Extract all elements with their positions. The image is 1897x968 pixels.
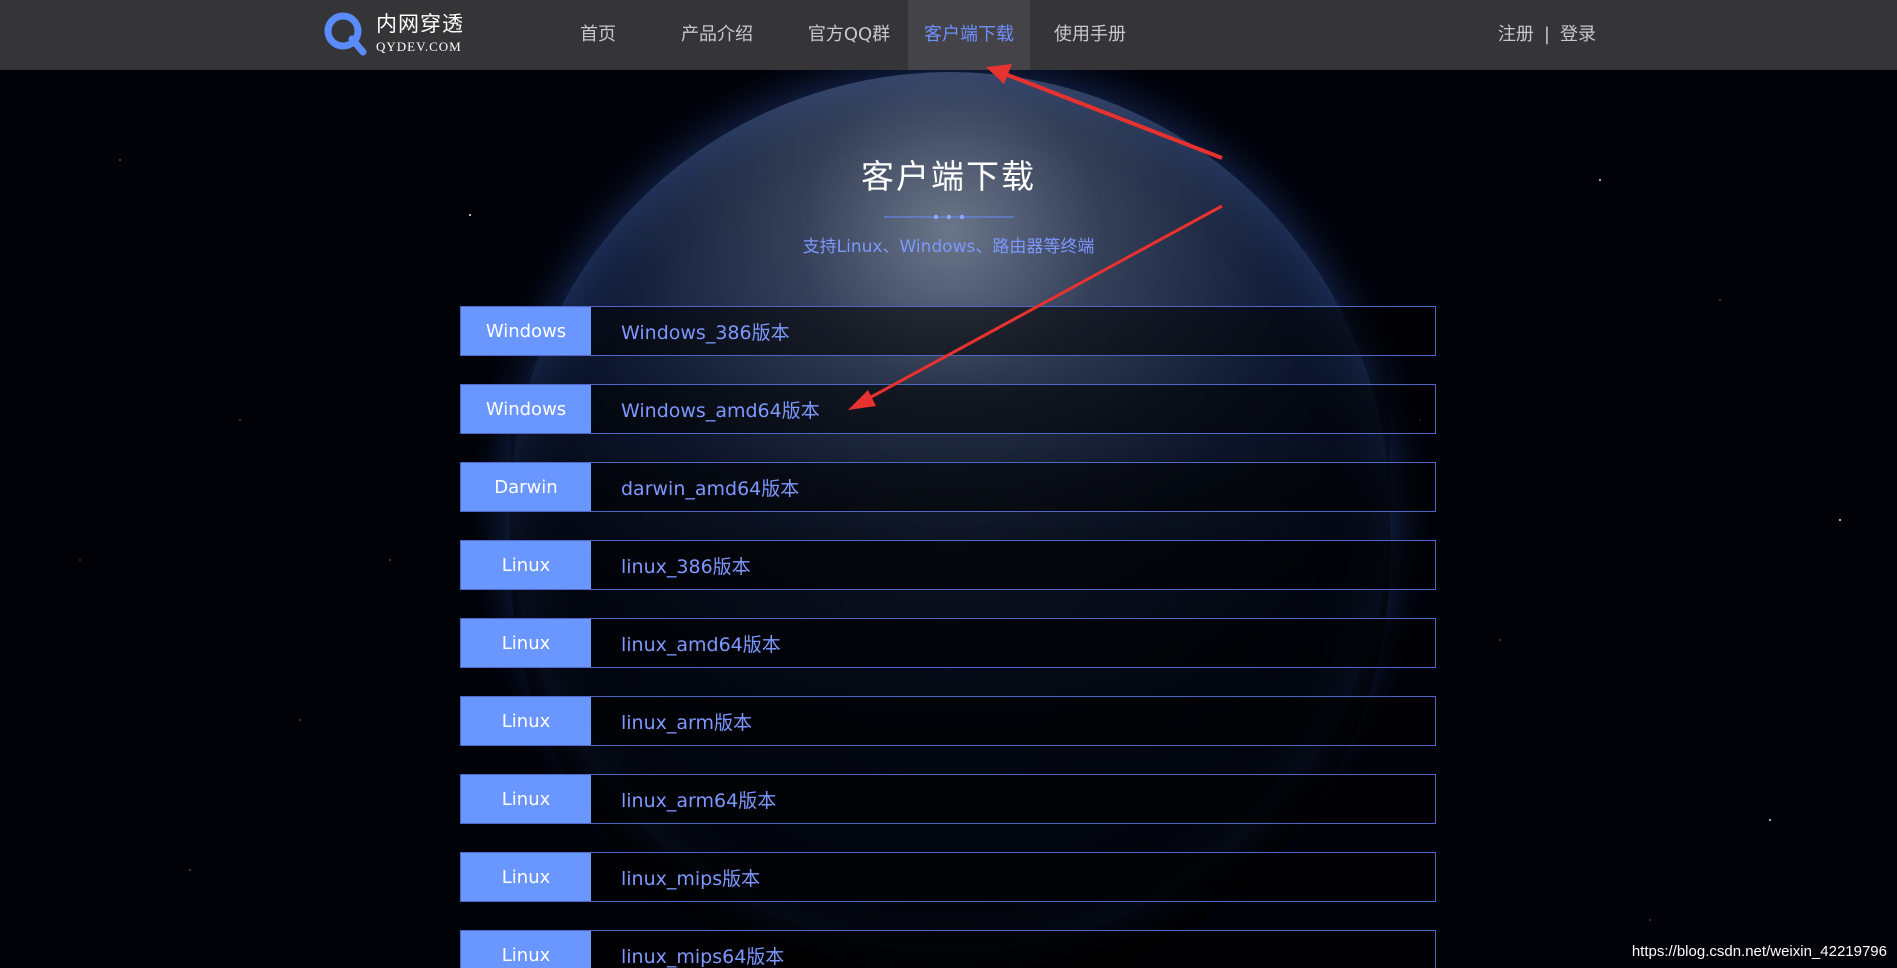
page: 内网穿透 QYDEV.COM 首页 产品介绍 官方QQ群 客户端下载 使用手册 … (0, 0, 1897, 968)
logo-subtitle: QYDEV.COM (376, 38, 462, 54)
auth-separator: | (1543, 24, 1550, 45)
nav-qq-group[interactable]: 官方QQ群 (790, 0, 908, 70)
os-tag: Linux (461, 931, 591, 968)
download-row-linux-mips64: Linux linux_mips64版本 (460, 930, 1436, 968)
os-tag: Darwin (461, 463, 591, 511)
download-link[interactable]: Windows_amd64版本 (591, 385, 820, 433)
download-link[interactable]: linux_arm64版本 (591, 775, 776, 823)
download-row-linux-386: Linux linux_386版本 (460, 540, 1436, 590)
main-nav: 首页 产品介绍 官方QQ群 客户端下载 使用手册 (552, 0, 1150, 70)
nav-product[interactable]: 产品介绍 (644, 0, 790, 70)
download-row-windows-386: Windows Windows_386版本 (460, 306, 1436, 356)
os-tag: Linux (461, 619, 591, 667)
login-link[interactable]: 登录 (1560, 0, 1596, 70)
download-link[interactable]: Windows_386版本 (591, 307, 790, 355)
os-tag: Windows (461, 307, 591, 355)
download-row-windows-amd64: Windows Windows_amd64版本 (460, 384, 1436, 434)
top-header: 内网穿透 QYDEV.COM 首页 产品介绍 官方QQ群 客户端下载 使用手册 … (0, 0, 1897, 70)
download-row-linux-arm: Linux linux_arm版本 (460, 696, 1436, 746)
os-tag: Linux (461, 541, 591, 589)
download-row-linux-amd64: Linux linux_amd64版本 (460, 618, 1436, 668)
register-link[interactable]: 注册 (1498, 0, 1534, 70)
os-tag: Windows (461, 385, 591, 433)
download-link[interactable]: linux_mips版本 (591, 853, 760, 901)
q-logo-icon (324, 12, 367, 56)
os-tag: Linux (461, 697, 591, 745)
download-link[interactable]: linux_arm版本 (591, 697, 752, 745)
download-link[interactable]: darwin_amd64版本 (591, 463, 799, 511)
watermark: https://blog.csdn.net/weixin_42219796 (1631, 943, 1887, 960)
download-list: Windows Windows_386版本 Windows Windows_am… (460, 306, 1436, 968)
download-row-linux-mips: Linux linux_mips版本 (460, 852, 1436, 902)
download-row-linux-arm64: Linux linux_arm64版本 (460, 774, 1436, 824)
nav-manual[interactable]: 使用手册 (1030, 0, 1150, 70)
download-link[interactable]: linux_mips64版本 (591, 931, 784, 968)
hero-section: 客户端下载 支持Linux、Windows、路由器等终端 (0, 150, 1897, 257)
download-link[interactable]: linux_386版本 (591, 541, 751, 589)
download-link[interactable]: linux_amd64版本 (591, 619, 781, 667)
os-tag: Linux (461, 775, 591, 823)
title-divider (883, 214, 1014, 220)
nav-client-download[interactable]: 客户端下载 (908, 0, 1030, 70)
nav-home[interactable]: 首页 (552, 0, 644, 70)
auth-links: 注册 | 登录 (1498, 0, 1596, 70)
logo[interactable]: 内网穿透 QYDEV.COM (322, 10, 464, 56)
logo-text: 内网穿透 QYDEV.COM (376, 11, 464, 54)
os-tag: Linux (461, 853, 591, 901)
page-subtitle: 支持Linux、Windows、路由器等终端 (802, 237, 1095, 257)
download-row-darwin-amd64: Darwin darwin_amd64版本 (460, 462, 1436, 512)
logo-title: 内网穿透 (376, 11, 464, 36)
page-title: 客户端下载 (861, 157, 1036, 196)
